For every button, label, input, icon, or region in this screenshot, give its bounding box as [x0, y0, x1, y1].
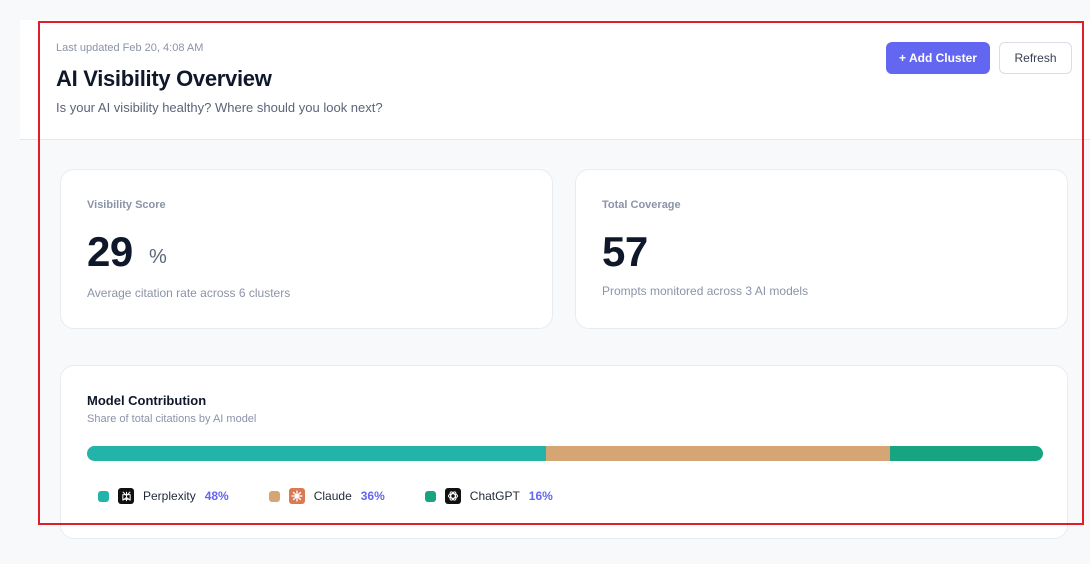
legend-name-claude: Claude	[313, 489, 352, 503]
model-contribution-subtitle: Share of total citations by AI model	[87, 413, 257, 425]
contribution-legend: Perplexity 48% Claude 36% ChatGPT 16%	[98, 487, 593, 505]
add-cluster-button[interactable]: + Add Cluster	[886, 42, 990, 74]
page-title: AI Visibility Overview	[56, 66, 272, 91]
page: Last updated Feb 20, 4:08 AM AI Visibili…	[0, 0, 1090, 564]
contribution-segment-claude	[545, 446, 891, 461]
visibility-score-value: 29	[87, 228, 133, 275]
total-coverage-description: Prompts monitored across 3 AI models	[602, 284, 809, 298]
model-contribution-card: Model Contribution Share of total citati…	[60, 365, 1068, 539]
total-coverage-card: Total Coverage 57 Prompts monitored acro…	[575, 169, 1068, 329]
total-coverage-label: Total Coverage	[602, 199, 681, 211]
last-updated-text: Last updated Feb 20, 4:08 AM	[56, 42, 204, 54]
legend-dot-claude	[268, 490, 280, 502]
legend-percent-perplexity: 48%	[204, 489, 229, 503]
chatgpt-icon	[444, 488, 461, 504]
legend-name-perplexity: Perplexity	[143, 489, 196, 503]
perplexity-icon	[118, 488, 134, 504]
legend-percent-chatgpt: 16%	[528, 489, 553, 503]
visibility-score-description: Average citation rate across 6 clusters	[87, 286, 291, 300]
refresh-button[interactable]: Refresh	[999, 42, 1072, 74]
claude-icon	[288, 488, 305, 504]
legend-dot-chatgpt	[424, 490, 436, 502]
contribution-bar	[87, 446, 1043, 461]
contribution-segment-chatgpt	[890, 446, 1043, 461]
legend-item-chatgpt: ChatGPT 16%	[424, 488, 553, 504]
visibility-score-unit: %	[149, 246, 167, 268]
legend-percent-claude: 36%	[360, 489, 385, 503]
page-header: Last updated Feb 20, 4:08 AM AI Visibili…	[20, 20, 1090, 140]
legend-dot-perplexity	[98, 490, 109, 502]
visibility-score-label: Visibility Score	[87, 199, 166, 211]
legend-name-chatgpt: ChatGPT	[469, 489, 520, 503]
page-subtitle: Is your AI visibility healthy? Where sho…	[56, 100, 383, 115]
legend-item-perplexity: Perplexity 48%	[98, 488, 229, 504]
visibility-score-card: Visibility Score 29 % Average citation r…	[60, 169, 553, 329]
contribution-segment-perplexity	[87, 446, 546, 461]
total-coverage-value: 57	[602, 228, 648, 275]
legend-item-claude: Claude 36%	[268, 488, 385, 504]
model-contribution-title: Model Contribution	[87, 393, 207, 408]
